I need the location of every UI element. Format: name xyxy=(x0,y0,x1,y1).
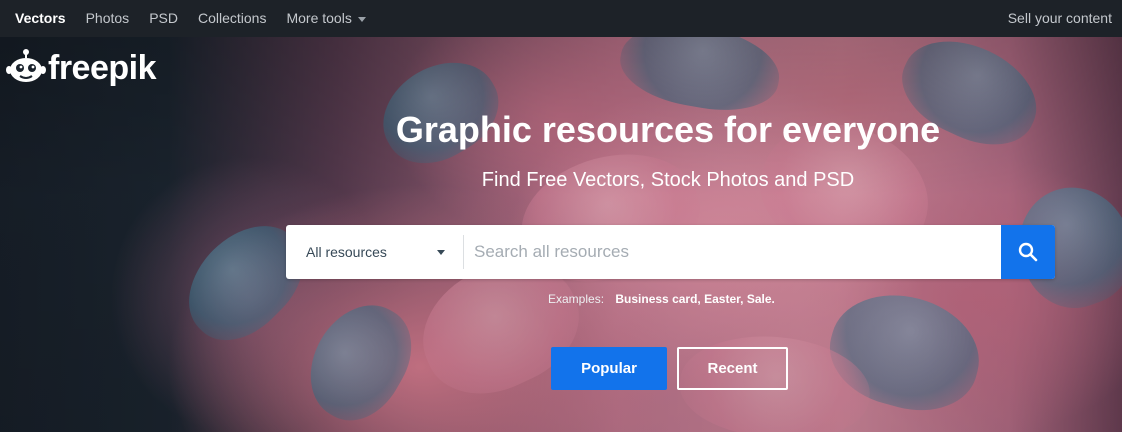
freepik-logo[interactable]: freepik xyxy=(6,44,157,92)
hero-headline: Graphic resources for everyone Find Free… xyxy=(0,106,1122,194)
recent-button[interactable]: Recent xyxy=(677,347,788,390)
search-button[interactable] xyxy=(1001,225,1055,279)
example-link-business-card[interactable]: Business card, xyxy=(615,292,700,306)
search-input[interactable] xyxy=(464,225,1001,279)
sell-your-content-link[interactable]: Sell your content xyxy=(998,0,1122,37)
resource-type-dropdown[interactable]: All resources xyxy=(286,235,464,269)
nav-item-more-tools[interactable]: More tools xyxy=(276,0,375,37)
nav-item-photos[interactable]: Photos xyxy=(76,0,140,37)
top-nav: Vectors Photos PSD Collections More tool… xyxy=(0,0,1122,37)
hero-title: Graphic resources for everyone xyxy=(395,109,941,150)
example-link-sale[interactable]: Sale. xyxy=(747,292,775,306)
chevron-down-icon xyxy=(357,16,366,22)
search-icon xyxy=(1018,242,1038,262)
nav-item-psd[interactable]: PSD xyxy=(139,0,188,37)
logo-text: freepik xyxy=(48,49,157,87)
search-bar: All resources xyxy=(286,225,1055,279)
nav-item-collections[interactable]: Collections xyxy=(188,0,276,37)
example-link-easter[interactable]: Easter, xyxy=(704,292,743,306)
freepik-logo-icon xyxy=(6,49,46,82)
resource-type-selected: All resources xyxy=(306,244,387,260)
chevron-down-icon xyxy=(437,249,445,255)
popular-button[interactable]: Popular xyxy=(551,347,667,390)
nav-item-more-tools-label: More tools xyxy=(286,10,352,26)
hero-subtitle: Find Free Vectors, Stock Photos and PSD xyxy=(481,169,855,191)
examples-label: Examples: xyxy=(548,292,605,306)
nav-item-vectors[interactable]: Vectors xyxy=(0,0,76,37)
search-examples: Examples: Business card, Easter, Sale. xyxy=(548,292,775,306)
